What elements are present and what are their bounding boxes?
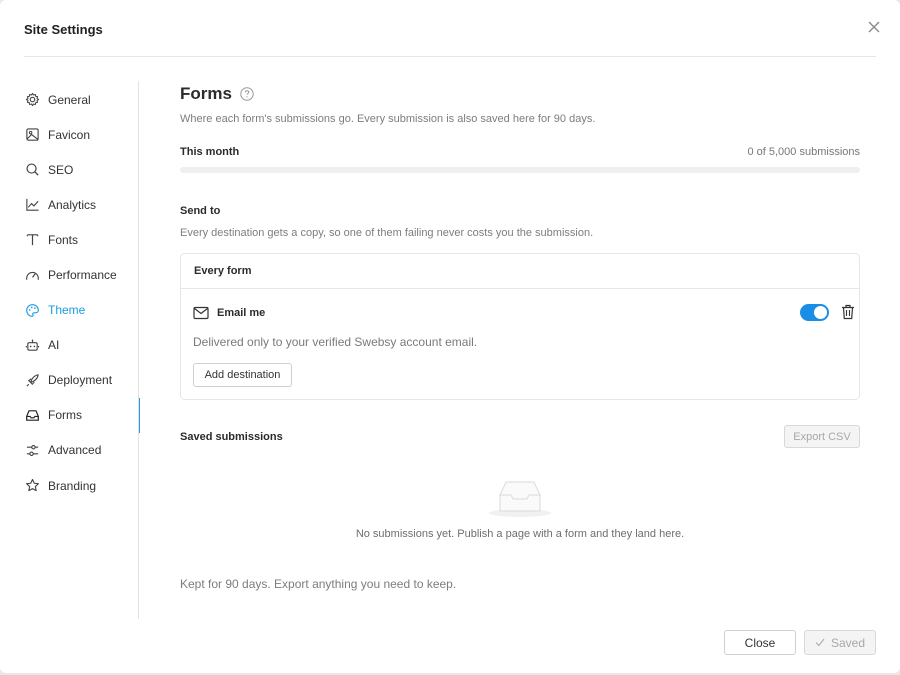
help-icon[interactable] (240, 87, 254, 101)
check-icon (815, 638, 825, 647)
destinations-card: Every form Email me Delivered only to yo… (180, 253, 860, 400)
sidebar-item-general[interactable]: General (24, 82, 139, 117)
search-icon (24, 162, 40, 178)
sidebar-item-forms[interactable]: Forms (24, 397, 140, 433)
destination-toggle[interactable] (800, 304, 829, 321)
saved-submissions-heading: Saved submissions (180, 430, 283, 443)
sidebar-divider (138, 81, 139, 619)
sidebar-item-label: Forms (48, 408, 82, 423)
image-icon (24, 127, 40, 143)
sidebar-item-advanced[interactable]: Advanced (24, 433, 139, 468)
forms-panel: Forms Where each form's submissions go. … (180, 82, 860, 591)
star-icon (24, 478, 40, 494)
sidebar-item-label: Branding (48, 478, 97, 493)
rocket-icon (24, 372, 40, 388)
bot-icon (24, 337, 40, 353)
page-description: Where each form's submissions go. Every … (180, 113, 596, 125)
destination-description: Delivered only to your verified Swebsy a… (193, 335, 478, 349)
destination-row: Email me (193, 303, 854, 323)
sidebar-item-deployment[interactable]: Deployment (24, 363, 139, 398)
sidebar-item-label: Fonts (48, 232, 79, 247)
sidebar-item-ai[interactable]: AI (24, 328, 139, 363)
palette-icon (24, 302, 40, 318)
sidebar-item-label: Advanced (48, 443, 102, 458)
saved-button[interactable]: Saved (804, 630, 876, 655)
settings-sidebar: General Favicon SEO Analytics Fonts Perf… (24, 82, 140, 503)
send-to-heading: Send to (180, 205, 221, 217)
site-settings-dialog: Site Settings General Favicon SEO Analyt… (0, 0, 900, 673)
sidebar-item-fonts[interactable]: Fonts (24, 222, 139, 257)
add-destination-button[interactable]: Add destination (193, 363, 292, 387)
sidebar-item-label: General (48, 92, 91, 107)
gauge-icon (24, 267, 40, 283)
trash-icon[interactable] (840, 303, 856, 321)
export-csv-button[interactable]: Export CSV (784, 425, 860, 448)
usage-count: 0 of 5,000 submissions (747, 146, 860, 158)
sidebar-item-label: Favicon (48, 127, 91, 142)
saved-button-label: Saved (830, 635, 866, 650)
sidebar-item-label: SEO (48, 162, 74, 177)
close-button[interactable]: Close (724, 630, 796, 655)
empty-state: No submissions yet. Publish a page with … (180, 476, 860, 540)
sidebar-item-label: AI (48, 338, 60, 353)
send-to-description: Every destination gets a copy, so one of… (180, 227, 594, 239)
line-chart-icon (24, 197, 40, 213)
sidebar-item-label: Analytics (48, 197, 97, 212)
sidebar-item-label: Deployment (48, 373, 113, 388)
sliders-icon (24, 442, 40, 458)
sidebar-item-theme[interactable]: Theme (24, 293, 139, 328)
destination-name: Email me (217, 307, 266, 319)
sidebar-item-favicon[interactable]: Favicon (24, 117, 139, 152)
empty-state-text: No submissions yet. Publish a page with … (355, 528, 685, 540)
empty-inbox-icon (180, 476, 860, 518)
type-icon (24, 232, 40, 248)
sidebar-item-branding[interactable]: Branding (24, 468, 139, 503)
usage-label: This month (180, 146, 240, 158)
close-icon[interactable] (864, 17, 884, 37)
sidebar-item-label: Performance (48, 268, 117, 283)
usage-progress-bar (180, 167, 860, 173)
card-title: Every form (194, 265, 252, 277)
sidebar-item-analytics[interactable]: Analytics (24, 187, 139, 222)
retention-note: Kept for 90 days. Export anything you ne… (180, 577, 457, 591)
dialog-title: Site Settings (24, 22, 103, 37)
mail-icon (193, 306, 209, 320)
inbox-icon (24, 407, 40, 423)
sidebar-item-label: Theme (48, 303, 86, 318)
sidebar-item-performance[interactable]: Performance (24, 257, 139, 292)
gear-icon (24, 92, 40, 108)
header-divider (24, 56, 876, 57)
sidebar-item-seo[interactable]: SEO (24, 152, 139, 187)
page-title: Forms (180, 84, 232, 103)
